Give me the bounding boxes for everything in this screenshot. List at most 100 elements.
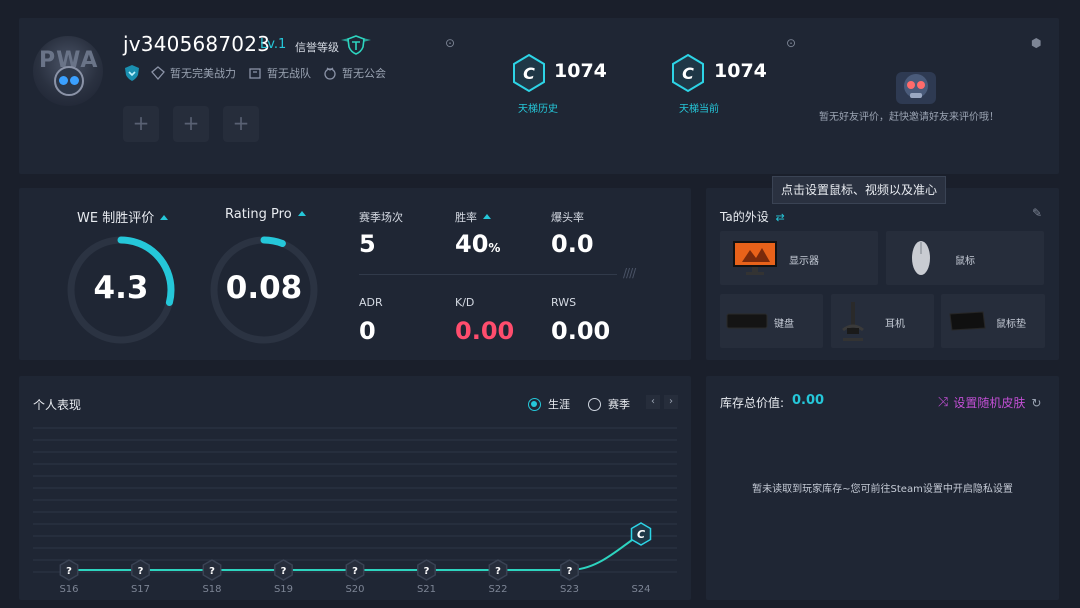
ladder-current-letter: C: [682, 64, 694, 83]
inventory-panel: 库存总价值: 0.00 ⤨ 设置随机皮肤 ↻ 暂未读取到玩家库存~您可前往Ste…: [706, 376, 1059, 600]
x-tick-label: S20: [345, 584, 364, 595]
gear-tooltip: 点击设置鼠标、视频以及准心: [772, 176, 946, 204]
level-badge: Lv.1: [260, 37, 287, 52]
point-marker-label: ?: [66, 566, 72, 577]
point-marker-label: C: [637, 528, 645, 541]
avatar[interactable]: PWA: [33, 36, 103, 106]
kd-value: 0.00: [455, 317, 515, 345]
point-marker-label: ?: [352, 566, 358, 577]
point-marker-label: ?: [567, 566, 573, 577]
we-rating-label: WE 制胜评价: [77, 211, 155, 226]
win-rate-value: 40%: [455, 230, 500, 258]
ladder-history-letter: C: [523, 64, 535, 83]
x-tick-label: S19: [274, 584, 293, 595]
badge-guild[interactable]: 暂无公会: [323, 65, 386, 81]
point-marker-label: ?: [495, 566, 501, 577]
gear-headset-label: 耳机: [885, 319, 905, 330]
gear-mouse-card[interactable]: 鼠标: [886, 231, 1044, 285]
badge-team[interactable]: 暂无战队: [248, 65, 311, 81]
x-tick-label: S18: [202, 584, 221, 595]
add-slot-button[interactable]: +: [123, 106, 159, 142]
gear-panel: Ta的外设 ⇄ ✎ 显示器 鼠标 键盘 耳机 鼠标垫: [706, 188, 1059, 360]
gear-mouse-label: 鼠标: [955, 256, 975, 267]
random-skin-button[interactable]: ⤨ 设置随机皮肤 ↻: [938, 394, 1041, 411]
headshot-rate-value: 0.0: [551, 230, 594, 258]
mouse-icon: [912, 241, 930, 275]
rank-shield-icon[interactable]: [123, 64, 141, 82]
point-marker-label: ?: [281, 566, 287, 577]
keyboard-icon: [726, 313, 768, 329]
badge-row: 暂无完美战力 暂无战队 暂无公会: [123, 64, 398, 82]
season-matches-value: 5: [359, 230, 376, 258]
win-rate-unit: %: [488, 241, 501, 255]
mousepad-icon: [949, 311, 986, 331]
inventory-empty-text: 暂未读取到玩家库存~您可前往Steam设置中开启隐私设置: [752, 484, 1013, 495]
add-slot-button[interactable]: +: [223, 106, 259, 142]
gear-title: Ta的外设 ⇄: [720, 208, 785, 225]
gear-mousepad-label: 鼠标垫: [996, 319, 1026, 330]
point-marker-label: ?: [209, 566, 215, 577]
season-matches-label: 赛季场次: [359, 211, 403, 224]
gear-monitor-card[interactable]: 显示器: [720, 231, 878, 285]
refresh-icon[interactable]: ↻: [1031, 396, 1041, 410]
ladder-current-info-icon[interactable]: ⊙: [786, 36, 796, 50]
team-icon: [249, 68, 261, 79]
we-rating-title[interactable]: WE 制胜评价: [77, 207, 169, 226]
credit-label: 信誉等级: [295, 41, 339, 54]
credit-shield-icon[interactable]: [340, 34, 372, 56]
gear-keyboard-card[interactable]: 键盘: [720, 294, 823, 348]
avatar-eye: [70, 76, 79, 85]
gear-monitor-label: 显示器: [789, 256, 819, 267]
add-slot-button[interactable]: +: [173, 106, 209, 142]
badge-power[interactable]: 暂无完美战力: [151, 65, 236, 81]
x-tick-label: S17: [131, 584, 150, 595]
sort-up-icon: [297, 211, 306, 216]
point-marker-label: ?: [138, 566, 144, 577]
ladder-current-label: 天梯当前: [679, 104, 719, 115]
stats-divider: [359, 274, 617, 275]
performance-chart: ??????? ? C S16 S17 S18 S19 S20 S21 S22 S23 S24: [33, 427, 677, 595]
headset-icon: [842, 302, 864, 341]
x-tick-label: S22: [488, 584, 507, 595]
rws-value: 0.00: [551, 317, 611, 345]
badge-power-label: 暂无完美战力: [170, 67, 236, 80]
win-rate-number: 40: [455, 230, 489, 258]
ladder-current-value: 1074: [714, 60, 767, 82]
x-tick-label: S21: [417, 584, 436, 595]
performance-panel: 个人表现 生涯 赛季 ‹ › ???????? C S16 S17 S18 S19 S20…: [19, 376, 691, 600]
guild-icon: [324, 67, 336, 80]
headshot-rate-label: 爆头率: [551, 211, 584, 224]
inventory-title: 库存总价值:: [720, 396, 785, 410]
win-rate-title[interactable]: 胜率: [455, 209, 491, 225]
point-marker-label: ?: [424, 566, 430, 577]
friend-review-text: 暂无好友评价，赶快邀请好友来评价哦！: [819, 112, 999, 123]
diamond-icon: [151, 66, 165, 80]
friend-mascot-icon: [896, 72, 936, 104]
x-tick-label: S16: [59, 584, 78, 595]
ladder-history-value: 1074: [554, 60, 607, 82]
settings-cube-icon[interactable]: ⬢: [1031, 36, 1041, 50]
gear-mousepad-card[interactable]: 鼠标垫: [941, 294, 1045, 348]
random-skin-label: 设置随机皮肤: [953, 396, 1026, 410]
rating-pro-value: 0.08: [225, 270, 303, 306]
badge-team-label: 暂无战队: [267, 67, 311, 80]
gear-headset-card[interactable]: 耳机: [831, 294, 934, 348]
badge-guild-label: 暂无公会: [342, 67, 386, 80]
we-rating-value: 4.3: [93, 270, 149, 306]
chart-grid: [33, 427, 677, 573]
sort-up-icon: [160, 215, 169, 220]
gear-keyboard-label: 键盘: [774, 319, 794, 330]
x-tick-label: S23: [560, 584, 579, 595]
edit-icon[interactable]: ✎: [1032, 206, 1042, 220]
profile-panel: PWA jv3405687023 Lv.1 信誉等级 暂无完美战力 暂无战队 暂…: [19, 18, 1059, 174]
rating-pro-title[interactable]: Rating Pro: [225, 207, 306, 222]
ladder-history-info-icon[interactable]: ⊙: [445, 36, 455, 50]
shuffle-icon[interactable]: ⇄: [776, 211, 785, 224]
monitor-icon: [733, 241, 777, 275]
x-tick-label: S24: [631, 584, 650, 595]
chart-x-labels: S16 S17 S18 S19 S20 S21 S22 S23 S24: [59, 584, 650, 595]
adr-value: 0: [359, 317, 376, 345]
avatar-eye: [59, 76, 68, 85]
kd-label: K/D: [455, 296, 475, 309]
stats-decoration: ////: [623, 266, 636, 280]
